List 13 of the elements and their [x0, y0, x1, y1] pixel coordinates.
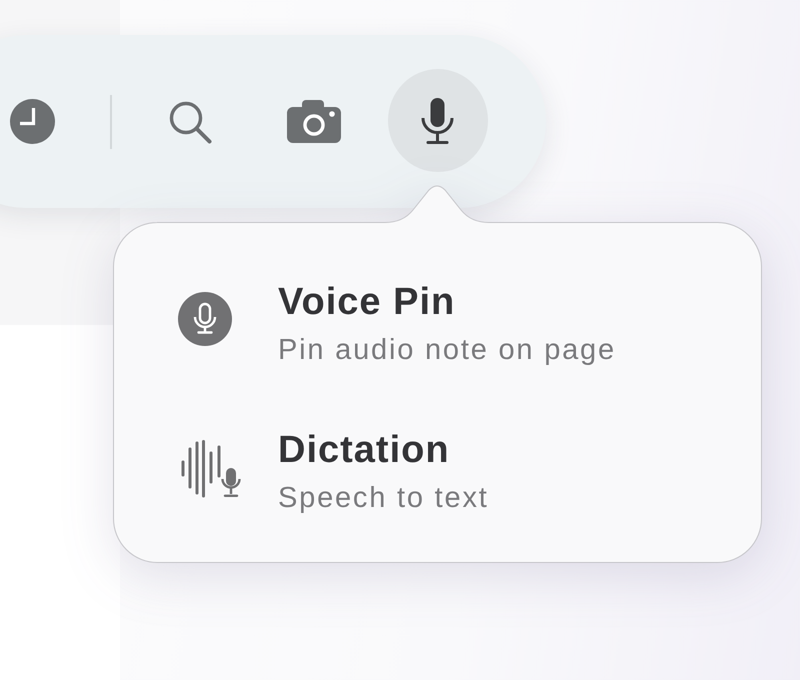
waveform-microphone-icon — [181, 440, 242, 498]
menu-item-description: Pin audio note on page — [278, 333, 616, 368]
search-button[interactable] — [168, 100, 212, 144]
microphone-icon — [178, 292, 232, 346]
camera-icon — [286, 100, 340, 143]
camera-button[interactable] — [286, 100, 340, 143]
menu-item-title[interactable]: Voice Pin — [278, 280, 456, 324]
menu-item-description: Speech to text — [278, 481, 489, 516]
clock-button[interactable] — [10, 99, 54, 144]
microphone-icon — [421, 98, 454, 144]
clock-icon — [10, 99, 54, 144]
menu-item-title[interactable]: Dictation — [278, 428, 450, 472]
search-icon — [168, 100, 212, 144]
